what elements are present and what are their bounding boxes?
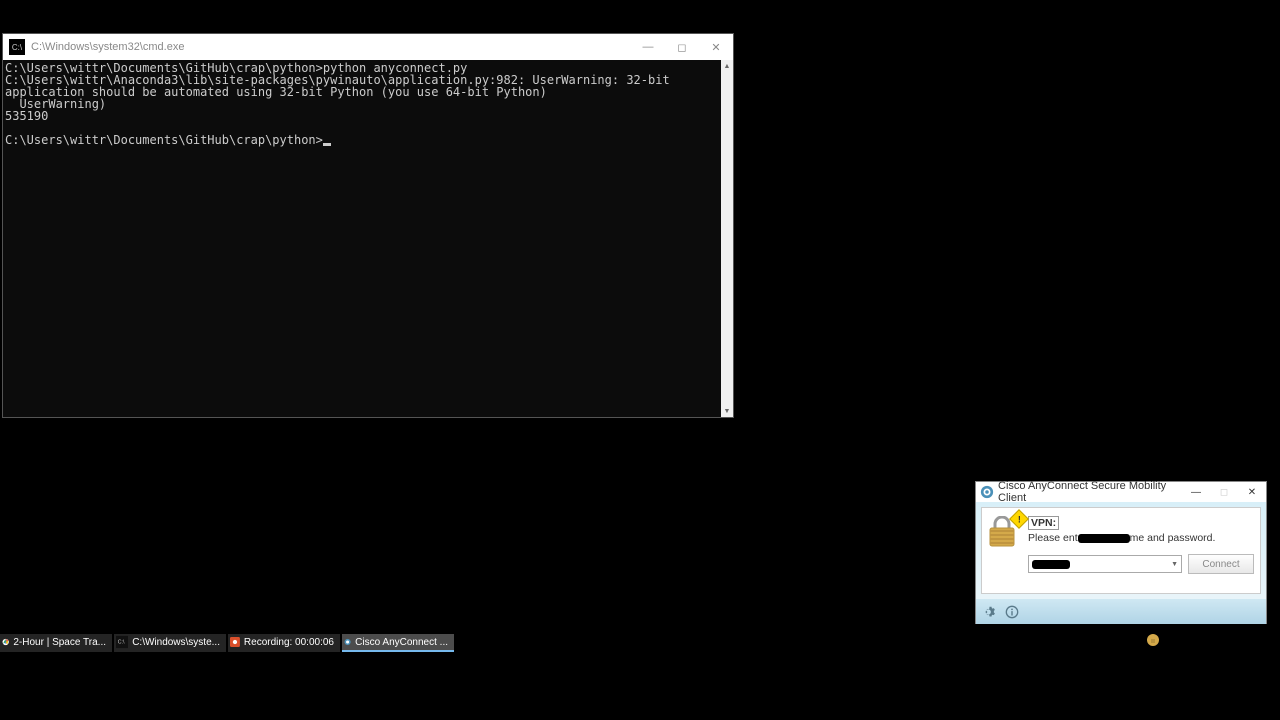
taskbar-label: Recording: 00:00:06 [244, 637, 334, 648]
cisco-maximize-button: ◻ [1210, 482, 1238, 502]
vpn-label: VPN: [1028, 516, 1059, 530]
cmd-window: C:\ C:\Windows\system32\cmd.exe — ◻ ✕ C:… [2, 33, 734, 418]
chrome-icon [2, 635, 9, 649]
taskbar-item-recording[interactable]: Recording: 00:00:06 [228, 634, 340, 652]
cisco-footer [976, 599, 1266, 624]
cmd-titlebar[interactable]: C:\ C:\Windows\system32\cmd.exe — ◻ ✕ [3, 34, 733, 60]
cisco-tray-icon[interactable] [1146, 633, 1160, 647]
close-button[interactable]: ✕ [699, 34, 733, 60]
info-icon[interactable] [1004, 604, 1020, 620]
cisco-message: Please entme and password. [1028, 532, 1254, 544]
scroll-up-button[interactable]: ▲ [721, 60, 733, 72]
minimize-button[interactable]: — [631, 34, 665, 60]
taskbar-item-cmd[interactable]: C:\ C:\Windows\syste... [114, 634, 226, 652]
cisco-minimize-button[interactable]: — [1182, 482, 1210, 502]
taskbar-item-browser[interactable]: 2-Hour | Space Tra... [0, 634, 112, 652]
cmd-line: 535190 [5, 109, 48, 123]
gear-icon[interactable] [982, 604, 998, 620]
connect-button[interactable]: Connect [1188, 554, 1254, 574]
taskbar-label: Cisco AnyConnect ... [355, 637, 448, 648]
cmd-taskbar-icon: C:\ [116, 635, 128, 649]
svg-text:C:\: C:\ [118, 640, 125, 646]
redacted-text [1078, 534, 1130, 543]
taskbar: 2-Hour | Space Tra... C:\ C:\Windows\sys… [0, 634, 456, 652]
cisco-app-icon [980, 485, 994, 499]
record-icon [230, 635, 240, 649]
cisco-title: Cisco AnyConnect Secure Mobility Client [998, 480, 1182, 504]
chevron-down-icon: ▼ [1171, 561, 1178, 568]
cmd-scrollbar[interactable]: ▲ ▼ [721, 60, 733, 417]
vpn-server-select[interactable]: ▼ [1028, 555, 1182, 573]
cisco-close-button[interactable]: ✕ [1238, 482, 1266, 502]
taskbar-item-cisco[interactable]: Cisco AnyConnect ... [342, 634, 454, 652]
cisco-titlebar[interactable]: Cisco AnyConnect Secure Mobility Client … [976, 482, 1266, 502]
cursor-icon [323, 143, 331, 146]
cmd-title: C:\Windows\system32\cmd.exe [31, 41, 631, 53]
maximize-button[interactable]: ◻ [665, 34, 699, 60]
taskbar-label: C:\Windows\syste... [132, 637, 220, 648]
cisco-taskbar-icon [344, 635, 351, 649]
redacted-server [1032, 560, 1070, 569]
cmd-line: C:\Users\wittr\Anaconda3\lib\site-packag… [5, 73, 677, 99]
cisco-window: Cisco AnyConnect Secure Mobility Client … [975, 481, 1267, 624]
taskbar-label: 2-Hour | Space Tra... [13, 637, 106, 648]
cmd-output[interactable]: C:\Users\wittr\Documents\GitHub\crap\pyt… [3, 60, 721, 417]
system-tray [1146, 633, 1160, 652]
cmd-prompt: C:\Users\wittr\Documents\GitHub\crap\pyt… [5, 133, 323, 147]
scroll-down-button[interactable]: ▼ [721, 405, 733, 417]
lock-icon-container: ! [988, 516, 1020, 554]
cmd-icon: C:\ [9, 39, 25, 55]
